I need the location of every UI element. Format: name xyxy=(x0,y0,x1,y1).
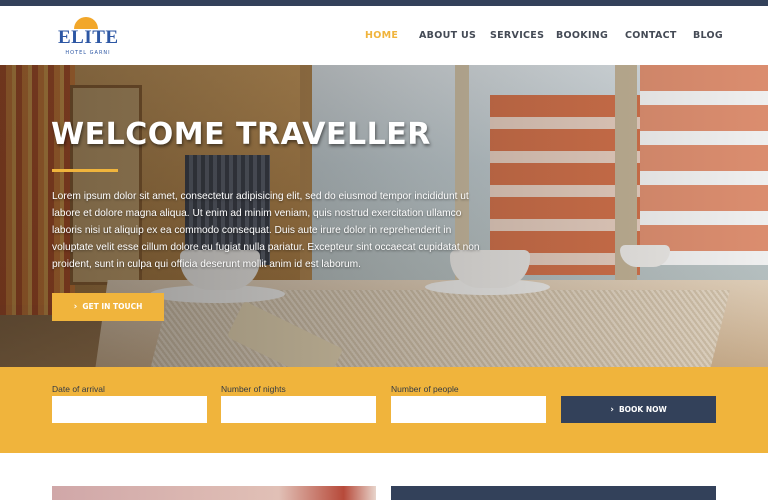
get-in-touch-button[interactable]: › GET IN TOUCH xyxy=(52,293,164,321)
logo-text: ELITE xyxy=(58,27,119,48)
logo-subtext: HOTEL GARNI xyxy=(65,50,111,56)
chevron-right-icon: › xyxy=(610,405,614,415)
nights-label: Number of nights xyxy=(221,384,286,394)
nav-blog[interactable]: BLOG xyxy=(693,30,723,50)
feature-card-image[interactable] xyxy=(52,486,376,500)
arrival-date-label: Date of arrival xyxy=(52,384,105,394)
site-header: ELITE HOTEL GARNI HOME ABOUT US SERVICES… xyxy=(0,6,768,65)
book-now-button[interactable]: › BOOK NOW xyxy=(561,396,716,423)
nav-home[interactable]: HOME xyxy=(365,30,398,50)
arrival-date-input[interactable] xyxy=(52,396,207,423)
get-in-touch-label: GET IN TOUCH xyxy=(82,302,143,311)
hero-title: WELCOME TRAVELLER xyxy=(51,117,431,152)
nav-contact[interactable]: CONTACT xyxy=(625,30,677,50)
nights-input[interactable] xyxy=(221,396,376,423)
hero-description: Lorem ipsum dolor sit amet, consectetur … xyxy=(52,191,480,270)
nav-about-us[interactable]: ABOUT US xyxy=(419,30,476,50)
people-input[interactable] xyxy=(391,396,546,423)
site-logo[interactable]: ELITE HOTEL GARNI xyxy=(58,16,118,60)
chevron-right-icon: › xyxy=(73,302,78,312)
feature-card-dark[interactable] xyxy=(391,486,716,500)
nav-booking[interactable]: BOOKING xyxy=(556,30,608,50)
nav-services[interactable]: SERVICES xyxy=(490,30,544,50)
hero-divider xyxy=(52,169,118,172)
book-now-label: BOOK NOW xyxy=(618,405,667,414)
people-label: Number of people xyxy=(391,384,459,394)
